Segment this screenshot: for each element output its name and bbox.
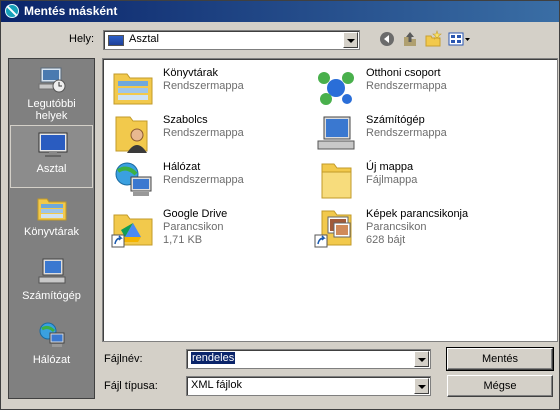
list-item[interactable]: Számítógép Rendszermappa <box>310 111 510 153</box>
item-type: Parancsikon <box>366 221 427 233</box>
computer-icon <box>317 116 355 150</box>
views-icon <box>448 32 470 46</box>
places-bar: Legutóbbi helyek Asztal Könyvtárak Számí… <box>8 58 95 399</box>
item-name: Szabolcs <box>163 114 208 126</box>
libraries-folder-icon <box>113 73 153 105</box>
item-name: Hálózat <box>163 161 201 173</box>
item-name: Számítógép <box>366 114 425 126</box>
libraries-icon <box>37 198 67 221</box>
network-icon <box>115 162 152 196</box>
filename-value: rendeles <box>191 352 236 364</box>
item-type: Rendszermappa <box>163 127 244 139</box>
location-combo[interactable]: Asztal <box>103 30 360 50</box>
item-type: Parancsikon <box>163 221 224 233</box>
location-label: Hely: <box>69 33 95 45</box>
place-recent[interactable]: Legutóbbi helyek <box>10 61 93 124</box>
user-folder-icon <box>115 116 148 153</box>
chevron-down-icon[interactable] <box>414 378 429 394</box>
filename-label: Fájlnév: <box>104 353 143 365</box>
place-label: Számítógép <box>22 290 81 302</box>
item-size: 628 bájt <box>366 234 406 246</box>
network-icon <box>39 322 65 347</box>
item-type: Fájlmappa <box>366 174 418 186</box>
location-value: Asztal <box>129 33 159 45</box>
item-name: Google Drive <box>163 208 228 220</box>
homegroup-icon <box>318 72 354 105</box>
cancel-button[interactable]: Mégse <box>447 375 553 397</box>
window-title: Mentés másként <box>24 4 118 18</box>
filename-field[interactable]: rendeles <box>186 349 431 369</box>
file-list[interactable]: Könyvtárak Rendszermappa Otthoni csoport… <box>102 58 558 342</box>
list-item[interactable]: Otthoni csoport Rendszermappa <box>310 64 510 106</box>
item-type: Rendszermappa <box>163 80 244 92</box>
item-size: 1,71 KB <box>163 234 203 246</box>
item-type: Rendszermappa <box>163 174 244 186</box>
list-item[interactable]: Könyvtárak Rendszermappa <box>107 64 307 106</box>
filetype-value: XML fájlok <box>191 379 242 391</box>
item-name: Otthoni csoport <box>366 67 441 79</box>
folder-icon <box>321 163 352 199</box>
place-label: Hálózat <box>32 354 71 366</box>
item-name: Képek parancsikonja <box>366 208 469 220</box>
save-as-dialog: Mentés másként Hely: Asztal Legutóbbi he… <box>0 0 560 410</box>
filetype-label: Fájl típusa: <box>104 380 158 392</box>
up-folder-button[interactable] <box>401 30 419 48</box>
pictures-shortcut-icon <box>314 210 352 248</box>
google-drive-shortcut-icon <box>111 214 153 248</box>
save-button[interactable]: Mentés <box>446 347 554 371</box>
place-libraries[interactable]: Könyvtárak <box>10 189 93 252</box>
place-network[interactable]: Hálózat <box>10 317 93 380</box>
desktop-small-icon <box>108 35 124 46</box>
chevron-down-icon[interactable] <box>414 351 429 367</box>
item-type: Rendszermappa <box>366 127 447 139</box>
filetype-select[interactable]: XML fájlok <box>186 376 431 396</box>
app-icon <box>5 4 19 18</box>
list-item[interactable]: Szabolcs Rendszermappa <box>107 111 307 153</box>
list-item[interactable]: Képek parancsikonja Parancsikon 628 bájt <box>310 205 510 248</box>
up-folder-icon <box>404 32 416 46</box>
list-item[interactable]: Google Drive Parancsikon 1,71 KB <box>107 205 307 248</box>
back-button[interactable] <box>378 30 396 48</box>
item-type: Rendszermappa <box>366 80 447 92</box>
back-arrow-icon <box>380 32 394 46</box>
new-folder-icon <box>425 30 442 47</box>
new-folder-button[interactable] <box>424 30 442 48</box>
place-label: Legutóbbi helyek <box>27 98 76 122</box>
chevron-down-icon[interactable] <box>343 32 358 48</box>
filename-text: rendeles <box>191 352 236 364</box>
recent-places-icon <box>38 67 66 93</box>
item-name: Új mappa <box>366 161 414 173</box>
place-label: Asztal <box>36 163 67 175</box>
list-item[interactable]: Hálózat Rendszermappa <box>107 158 307 200</box>
place-desktop[interactable]: Asztal <box>10 125 93 188</box>
place-computer[interactable]: Számítógép <box>10 253 93 316</box>
item-name: Könyvtárak <box>163 67 219 79</box>
views-menu-button[interactable] <box>448 30 472 48</box>
place-label: Könyvtárak <box>23 226 80 238</box>
list-item[interactable]: Új mappa Fájlmappa <box>310 158 510 200</box>
title-bar: Mentés másként <box>1 1 559 22</box>
desktop-icon <box>38 132 68 157</box>
computer-icon <box>38 258 66 284</box>
